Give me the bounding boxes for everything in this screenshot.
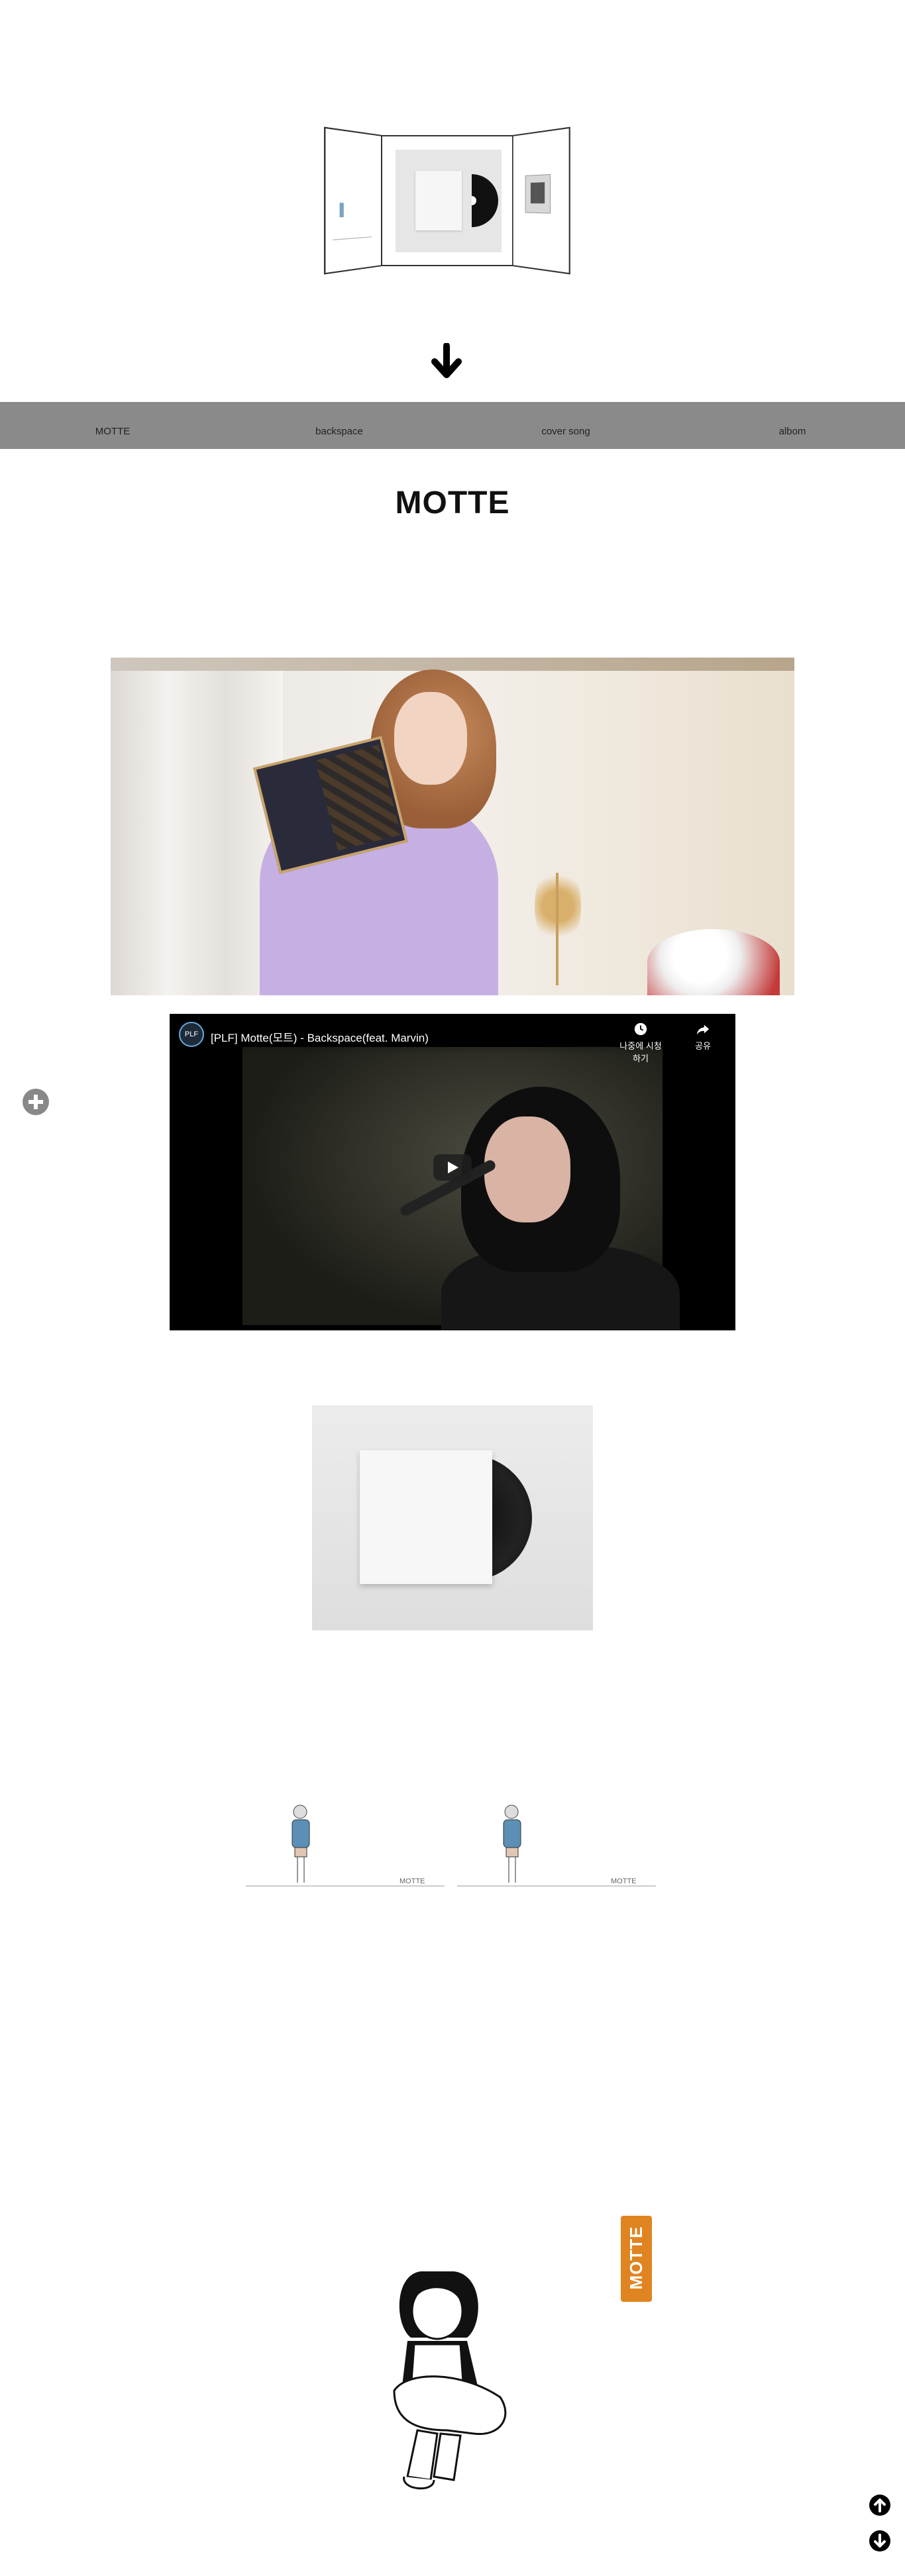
share-icon bbox=[696, 1024, 710, 1035]
album-cover-thumbnail bbox=[396, 150, 502, 252]
carousel-slide-left[interactable] bbox=[324, 126, 382, 275]
arrow-down-icon[interactable] bbox=[427, 343, 466, 383]
watch-later-button[interactable]: 나중에 시청하기 bbox=[617, 1022, 664, 1064]
share-label: 공유 bbox=[695, 1041, 711, 1051]
share-button[interactable]: 공유 bbox=[686, 1022, 719, 1052]
singer-face bbox=[484, 1116, 570, 1222]
nav-item-cover-song[interactable]: cover song bbox=[500, 426, 632, 437]
badge-text: MOTTE bbox=[626, 2226, 646, 2290]
page: MOTTE backspace cover song albom MOTTE P… bbox=[0, 0, 905, 2576]
photo-top-band bbox=[111, 658, 794, 671]
plus-circle-icon[interactable] bbox=[22, 1088, 50, 1116]
carousel-slide-right[interactable] bbox=[512, 126, 570, 275]
clock-icon bbox=[634, 1022, 647, 1036]
curtain bbox=[111, 671, 283, 995]
main-nav: MOTTE backspace cover song albom bbox=[0, 402, 905, 449]
motte-badge: MOTTE bbox=[621, 2216, 652, 2302]
dried-flower-vase bbox=[535, 860, 581, 995]
record-sleeve bbox=[415, 171, 462, 230]
girl-standing-illustration: MOTTE bbox=[246, 1805, 445, 1887]
video-frame bbox=[242, 1047, 680, 1330]
ground-line bbox=[333, 236, 372, 240]
section-title: MOTTE bbox=[395, 485, 510, 520]
video-title[interactable]: [PLF] Motte(모트) - Backspace(feat. Marvin… bbox=[211, 1028, 429, 1045]
album-carousel[interactable] bbox=[323, 126, 571, 275]
artist-photo bbox=[111, 658, 794, 995]
record-sleeve bbox=[360, 1450, 492, 1584]
play-icon[interactable] bbox=[433, 1154, 472, 1181]
figure-illustration bbox=[339, 203, 344, 218]
arrow-up-circle-icon[interactable] bbox=[869, 2494, 891, 2516]
youtube-video-player[interactable]: PLF [PLF] Motte(모트) - Backspace(feat. Ma… bbox=[170, 1014, 735, 1330]
carousel-slide-center[interactable] bbox=[381, 135, 513, 266]
figure-caption: MOTTE bbox=[611, 1877, 637, 1885]
stem bbox=[556, 873, 559, 985]
white-flowers bbox=[647, 929, 780, 995]
nav-item-backspace[interactable]: backspace bbox=[273, 426, 405, 437]
nav-item-albom[interactable]: albom bbox=[726, 426, 859, 437]
photo-thumbnail bbox=[525, 173, 551, 214]
girl-standing-illustration: MOTTE bbox=[457, 1805, 656, 1887]
face bbox=[394, 692, 467, 785]
album-cover bbox=[312, 1405, 593, 1630]
channel-logo[interactable]: PLF bbox=[179, 1022, 204, 1047]
figure-caption: MOTTE bbox=[399, 1877, 425, 1885]
nav-item-motte[interactable]: MOTTE bbox=[46, 426, 179, 437]
sitting-girl-illustration bbox=[393, 2271, 507, 2490]
watch-later-label: 나중에 시청하기 bbox=[619, 1041, 662, 1064]
arrow-down-circle-icon[interactable] bbox=[869, 2530, 891, 2552]
